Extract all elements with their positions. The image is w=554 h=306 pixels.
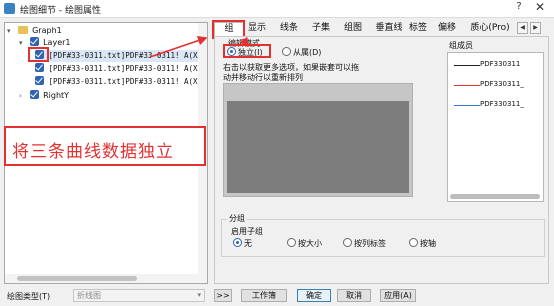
grouping-title: 分组 — [227, 213, 247, 224]
plot-type-select[interactable]: 折线图 ▾ — [73, 289, 205, 302]
plot-c-label: [PDF#33-0311.txt]PDF#33-0311! A(X), C(Y — [48, 64, 208, 73]
tab-offset[interactable]: 偏移 — [436, 22, 458, 36]
righty-checkbox[interactable] — [29, 90, 39, 99]
collapse-icon[interactable]: ▾ — [19, 37, 27, 49]
tab-subset[interactable]: 子集 — [310, 22, 332, 36]
radio-dependent-dot[interactable] — [282, 47, 291, 56]
radio-none[interactable]: 无 — [233, 238, 252, 249]
tab-vertical-line[interactable]: 垂直线 — [373, 22, 405, 36]
plot-type-label: 绘图类型(T) — [7, 292, 51, 301]
member-name-1: PDF330311 — [480, 60, 521, 68]
radio-by-column-label-dot[interactable] — [343, 238, 352, 247]
radio-by-axis[interactable]: 按轴 — [409, 238, 436, 249]
preview-area — [223, 83, 413, 197]
app-icon — [4, 3, 15, 14]
tab-scroll-right[interactable]: ▶ — [530, 22, 541, 34]
layer-checkbox[interactable] — [29, 37, 39, 46]
highlight-independent-radio — [223, 44, 271, 58]
tree-node-righty[interactable]: › RightY — [19, 90, 69, 102]
help-button[interactable]: ? — [513, 1, 525, 12]
member-name-3: PDF330311_ — [480, 100, 524, 108]
tree-row-plot-d[interactable]: [PDF#33-0311.txt]PDF#33-0311! A(X), D(Y — [35, 76, 208, 88]
annotation-text: 将三条曲线数据独立 — [12, 142, 174, 162]
window-title: 绘图细节 - 绘图属性 — [20, 6, 101, 16]
member-line-3 — [454, 105, 480, 106]
plot-b-label: [PDF#33-0311.txt]PDF#33-0311! A(X), B(Y — [48, 51, 208, 60]
close-button[interactable]: ✕ — [532, 0, 548, 14]
tree-row-plot-c[interactable]: [PDF#33-0311.txt]PDF#33-0311! A(X), C(Y — [35, 63, 208, 75]
tab-line[interactable]: 线条 — [278, 22, 300, 36]
plot-d-checkbox[interactable] — [35, 76, 44, 85]
expand-icon[interactable]: › — [19, 90, 27, 102]
radio-dependent[interactable]: 从属(D) — [282, 47, 321, 58]
chevron-down-icon: ▾ — [197, 291, 201, 299]
member-line-1 — [454, 65, 480, 66]
collapse-icon[interactable]: ▾ — [7, 25, 15, 37]
tree-row-plot-b[interactable]: [PDF#33-0311.txt]PDF#33-0311! A(X), B(Y — [35, 50, 208, 62]
radio-by-axis-dot[interactable] — [409, 238, 418, 247]
tab-display[interactable]: 显示 — [246, 22, 268, 36]
members-scrollbar[interactable] — [450, 194, 540, 199]
workbook-button[interactable]: 工作簿 — [241, 289, 287, 302]
hint-line-2: 动并移动行以重新排列 — [223, 73, 303, 82]
apply-button[interactable]: 应用(A) — [380, 289, 416, 302]
radio-by-column-label[interactable]: 按列标签 — [343, 238, 386, 249]
members-list[interactable]: PDF330311 PDF330311_ PDF330311_ — [447, 52, 544, 202]
layer-label: Layer1 — [43, 38, 71, 47]
radio-by-size[interactable]: 按大小 — [287, 238, 322, 249]
ok-button[interactable]: 确定 — [297, 289, 331, 302]
radio-by-size-dot[interactable] — [287, 238, 296, 247]
preview-canvas — [227, 101, 409, 193]
expand-button[interactable]: >> — [214, 289, 232, 302]
cancel-button[interactable]: 取消 — [337, 289, 371, 302]
plot-d-label: [PDF#33-0311.txt]PDF#33-0311! A(X), D(Y — [48, 77, 208, 86]
member-line-2 — [454, 85, 480, 86]
annotation-box: 将三条曲线数据独立 — [4, 126, 206, 166]
members-label: 组成员 — [449, 41, 473, 50]
folder-icon — [17, 26, 28, 34]
graph-label: Graph1 — [32, 26, 62, 35]
tree-horizontal-scrollbar[interactable] — [5, 274, 207, 283]
tab-combined[interactable]: 组图 — [342, 22, 364, 36]
plot-c-checkbox[interactable] — [35, 63, 44, 72]
radio-none-dot[interactable] — [233, 238, 242, 247]
title-bar: 绘图细节 - 绘图属性 ? ✕ — [0, 0, 554, 18]
tab-centroid[interactable]: 质心(Pro) — [467, 22, 513, 36]
tab-label[interactable]: 标签 — [407, 22, 429, 36]
tab-scroll-left[interactable]: ◀ — [517, 22, 528, 34]
member-name-2: PDF330311_ — [480, 80, 524, 88]
righty-label: RightY — [43, 91, 70, 100]
scroll-thumb[interactable] — [17, 276, 137, 281]
tree-node-graph[interactable]: ▾ Graph1 — [7, 25, 62, 37]
highlight-checkbox-box — [28, 47, 49, 62]
enable-subgroup-label: 启用子组 — [231, 227, 263, 236]
